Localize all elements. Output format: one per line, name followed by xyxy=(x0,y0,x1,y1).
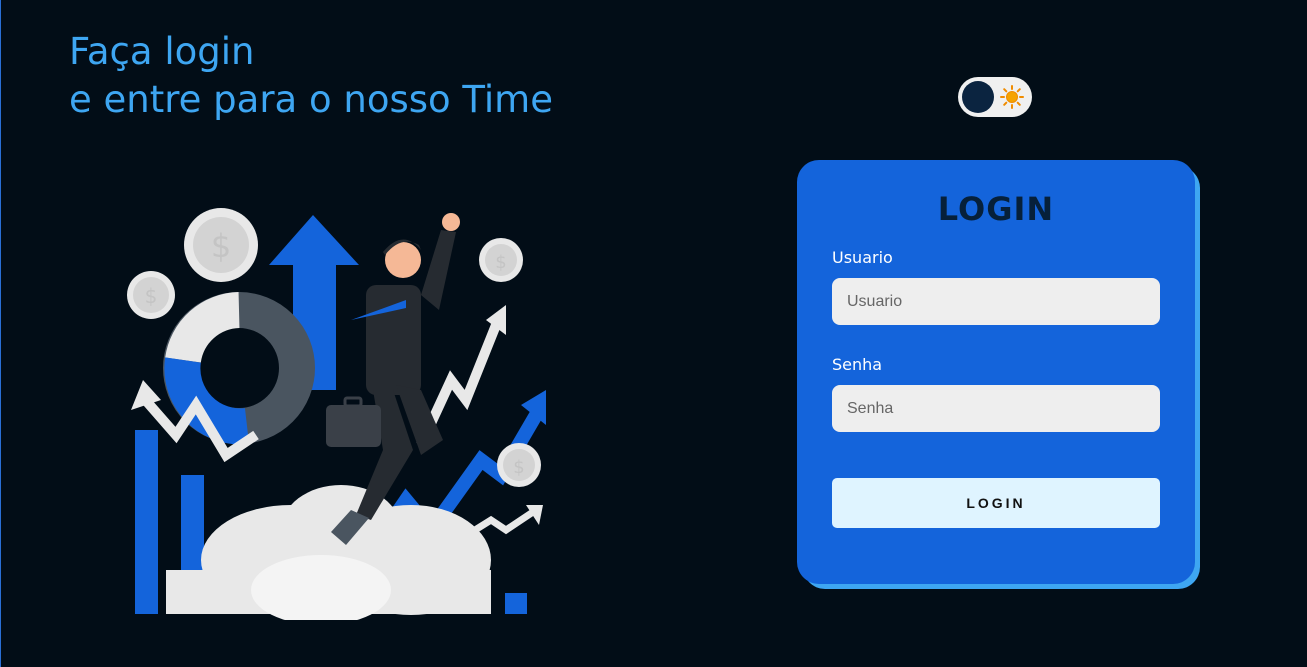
sun-icon xyxy=(1000,85,1024,109)
businessman-growth-illustration: $ $ $ $ xyxy=(127,208,546,620)
hero-heading-line1: Faça login xyxy=(69,30,255,73)
username-label: Usuario xyxy=(832,248,893,267)
svg-text:$: $ xyxy=(495,252,506,273)
svg-text:$: $ xyxy=(513,457,524,478)
password-label: Senha xyxy=(832,355,883,374)
login-button[interactable]: LOGIN xyxy=(832,478,1160,528)
hero-heading: Faça login e entre para o nosso Time xyxy=(69,28,553,124)
svg-text:$: $ xyxy=(211,227,231,265)
theme-toggle-knob xyxy=(962,81,994,113)
hero-heading-line2: e entre para o nosso Time xyxy=(69,78,553,121)
login-card-title: LOGIN xyxy=(937,190,1055,228)
login-card: LOGIN Usuario Senha LOGIN xyxy=(797,160,1195,584)
page: Faça login e entre para o nosso Time $ $ xyxy=(0,0,1307,667)
theme-toggle[interactable] xyxy=(958,77,1032,117)
svg-text:$: $ xyxy=(145,284,158,308)
password-input[interactable] xyxy=(832,385,1160,432)
username-input[interactable] xyxy=(832,278,1160,325)
